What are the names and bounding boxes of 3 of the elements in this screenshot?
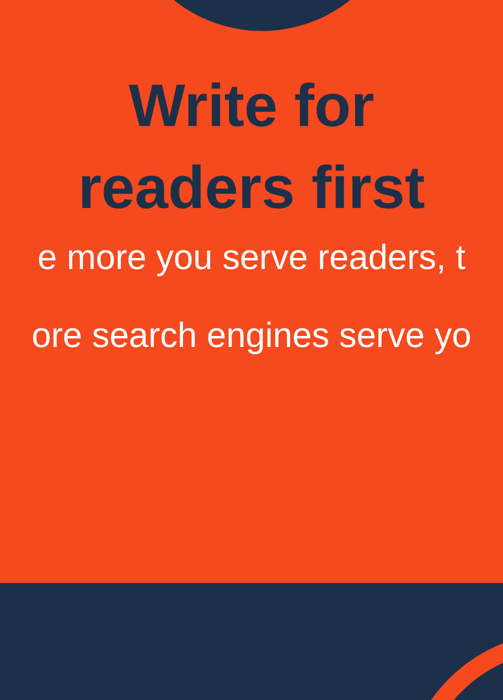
heading: Write for readers first: [78, 71, 425, 223]
subtitle-text: e more you serve readers, t: [38, 239, 466, 277]
subtitle-text: ore search engines serve yo: [32, 317, 472, 355]
